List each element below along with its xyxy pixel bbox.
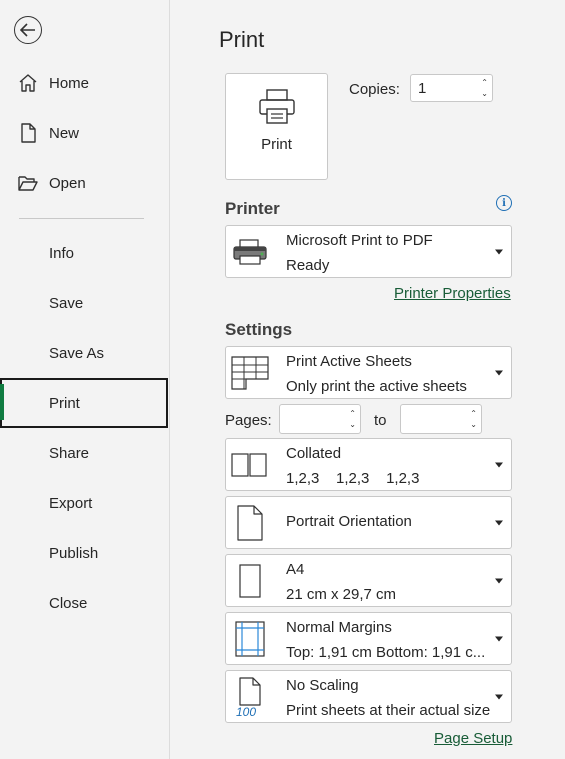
- paper-size-subtitle: 21 cm x 29,7 cm: [286, 586, 397, 603]
- spin-down-icon[interactable]: ⌄: [470, 419, 477, 430]
- sidebar-item-share[interactable]: Share: [0, 429, 168, 477]
- paper-size-title: A4: [286, 561, 305, 578]
- sheet-grid-icon: [231, 355, 269, 390]
- pages-from-spin[interactable]: ⌃ ⌄: [349, 408, 356, 430]
- collation-subtitle: 1,2,3 1,2,3 1,2,3: [286, 470, 420, 487]
- portrait-page-icon: [231, 504, 269, 541]
- chevron-down-icon: [495, 578, 503, 583]
- page-title: Print: [219, 27, 265, 52]
- sidebar-item-new[interactable]: New: [0, 109, 168, 157]
- chevron-down-icon: [495, 520, 503, 525]
- scaling-title: No Scaling: [286, 677, 359, 694]
- sidebar-item-home[interactable]: Home: [0, 59, 168, 107]
- orientation-dropdown[interactable]: Portrait Orientation: [225, 496, 512, 549]
- pages-label: Pages:: [225, 412, 272, 429]
- scaling-icon: 100: [231, 676, 269, 717]
- chevron-down-icon: [495, 694, 503, 699]
- print-what-subtitle: Only print the active sheets: [286, 378, 467, 395]
- sidebar-divider: [19, 218, 144, 219]
- pages-to-label: to: [374, 412, 387, 429]
- sidebar-item-label: Publish: [49, 544, 99, 562]
- scaling-dropdown[interactable]: 100 No Scaling Print sheets at their act…: [225, 670, 512, 723]
- spin-down-icon[interactable]: ⌄: [481, 88, 488, 99]
- backstage-sidebar: Home New Open Info Save Save As Print Sh…: [0, 0, 170, 759]
- margins-subtitle: Top: 1,91 cm Bottom: 1,91 c...: [286, 644, 486, 661]
- printer-icon: [258, 89, 295, 124]
- sidebar-item-info[interactable]: Info: [0, 229, 168, 277]
- collation-dropdown[interactable]: Collated 1,2,3 1,2,3 1,2,3: [225, 438, 512, 491]
- sidebar-item-label: Save As: [49, 344, 105, 362]
- orientation-title: Portrait Orientation: [286, 513, 412, 530]
- printer-status: Ready: [286, 257, 330, 274]
- chevron-down-icon: [495, 636, 503, 641]
- back-arrow-icon[interactable]: [14, 16, 42, 44]
- printer-section-title: Printer: [225, 199, 280, 218]
- spin-up-icon[interactable]: ⌃: [470, 408, 477, 419]
- print-what-title: Print Active Sheets: [286, 353, 412, 370]
- pages-to-spin[interactable]: ⌃ ⌄: [470, 408, 477, 430]
- sidebar-item-save[interactable]: Save: [0, 279, 168, 327]
- copies-stepper[interactable]: 1 ⌃ ⌄: [410, 74, 493, 102]
- printer-name: Microsoft Print to PDF: [286, 232, 433, 249]
- sidebar-item-label: New: [49, 124, 80, 142]
- sidebar-item-label: Save: [49, 294, 84, 312]
- sidebar-item-print[interactable]: Print: [0, 378, 168, 428]
- collated-icon: [231, 452, 269, 478]
- chevron-down-icon: [495, 370, 503, 375]
- home-icon: [0, 73, 49, 93]
- spin-up-icon[interactable]: ⌃: [349, 408, 356, 419]
- paper-size-dropdown[interactable]: A4 21 cm x 29,7 cm: [225, 554, 512, 607]
- chevron-down-icon: [495, 249, 503, 254]
- scaling-subtitle: Print sheets at their actual size: [286, 702, 491, 719]
- copies-value: 1: [418, 79, 427, 97]
- print-button[interactable]: Print: [225, 73, 328, 180]
- printer-device-icon: [231, 238, 269, 266]
- pages-to-input[interactable]: ⌃ ⌄: [400, 404, 482, 434]
- printer-dropdown[interactable]: Microsoft Print to PDF Ready: [225, 225, 512, 278]
- chevron-down-icon: [495, 462, 503, 467]
- sidebar-item-label: Share: [49, 444, 90, 462]
- paper-size-icon: [231, 563, 269, 598]
- page-setup-link[interactable]: Page Setup: [434, 730, 512, 747]
- sidebar-item-close[interactable]: Close: [0, 579, 168, 627]
- scaling-icon-text: 100: [236, 705, 256, 717]
- sidebar-item-label: Print: [49, 394, 80, 412]
- sidebar-item-label: Close: [49, 594, 88, 612]
- printer-properties-link[interactable]: Printer Properties: [394, 285, 511, 302]
- collation-title: Collated: [286, 445, 342, 462]
- print-panel: Print Print Copies: 1 ⌃ ⌄ Printer i Micr…: [171, 0, 565, 759]
- sidebar-item-export[interactable]: Export: [0, 479, 168, 527]
- sidebar-item-open[interactable]: Open: [0, 159, 168, 207]
- margins-icon: [231, 620, 269, 657]
- margins-dropdown[interactable]: Normal Margins Top: 1,91 cm Bottom: 1,91…: [225, 612, 512, 665]
- new-file-icon: [0, 123, 49, 143]
- print-button-label: Print: [261, 136, 292, 153]
- sidebar-item-label: Info: [49, 244, 75, 262]
- sidebar-item-label: Open: [49, 174, 86, 192]
- sidebar-item-publish[interactable]: Publish: [0, 529, 168, 577]
- copies-spin-buttons[interactable]: ⌃ ⌄: [481, 77, 488, 99]
- sidebar-item-label: Export: [49, 494, 93, 512]
- spin-down-icon[interactable]: ⌄: [349, 419, 356, 430]
- folder-open-icon: [0, 174, 49, 192]
- copies-label: Copies:: [349, 81, 400, 98]
- info-icon[interactable]: i: [496, 195, 512, 211]
- sidebar-item-label: Home: [49, 74, 90, 92]
- margins-title: Normal Margins: [286, 619, 392, 636]
- spin-up-icon[interactable]: ⌃: [481, 77, 488, 88]
- settings-section-title: Settings: [225, 320, 293, 339]
- sidebar-item-save-as[interactable]: Save As: [0, 329, 168, 377]
- print-what-dropdown[interactable]: Print Active Sheets Only print the activ…: [225, 346, 512, 399]
- pages-from-input[interactable]: ⌃ ⌄: [279, 404, 361, 434]
